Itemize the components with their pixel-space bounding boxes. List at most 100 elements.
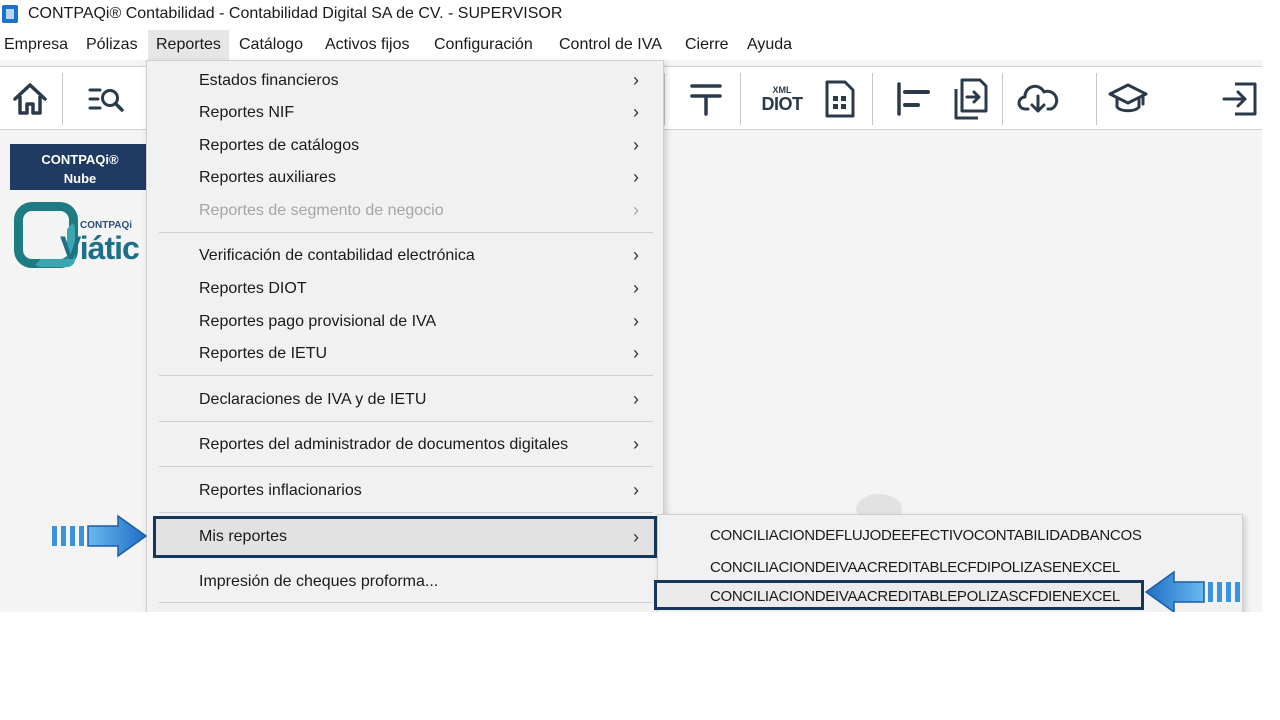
menu-item-declaraciones-iva-ietu[interactable]: Declaraciones de IVA y de IETU › xyxy=(147,383,663,415)
left-arrow-callout-icon xyxy=(1144,570,1240,612)
menu-separator xyxy=(159,375,653,376)
menu-item-impresion-cheques[interactable]: Impresión de cheques proforma... xyxy=(147,565,663,597)
menu-item-reportes-segmento: Reportes de segmento de negocio › xyxy=(147,194,663,226)
chevron-right-icon: › xyxy=(633,167,639,187)
chevron-right-icon: › xyxy=(633,527,639,547)
graduation-cap-icon xyxy=(1108,83,1148,113)
menu-control-iva[interactable]: Control de IVA xyxy=(559,36,662,54)
menu-separator xyxy=(159,512,653,513)
search-list-button[interactable] xyxy=(84,77,128,121)
menu-ayuda[interactable]: Ayuda xyxy=(747,36,792,54)
tax-symbol-button[interactable] xyxy=(684,77,728,121)
menu-separator xyxy=(159,421,653,422)
menu-polizas[interactable]: Pólizas xyxy=(86,36,138,54)
exit-icon xyxy=(1222,82,1257,116)
menu-item-reportes-diot[interactable]: Reportes DIOT › xyxy=(147,272,663,304)
reportes-dropdown: Estados financieros › Reportes NIF › Rep… xyxy=(146,60,664,612)
menu-catalogo[interactable]: Catálogo xyxy=(239,36,303,54)
menu-item-label: Reportes DIOT xyxy=(199,280,307,297)
diot-label: DIOT xyxy=(761,93,804,114)
chevron-right-icon: › xyxy=(633,480,639,500)
chevron-right-icon: › xyxy=(633,434,639,454)
learning-button[interactable] xyxy=(1106,77,1150,121)
submenu-item-conciliacion-iva-polizas[interactable]: CONCILIACIONDEIVAACREDITABLEPOLIZASCFDIE… xyxy=(654,580,1144,610)
menu-item-label: Reportes del administrador de documentos… xyxy=(199,436,569,453)
home-icon xyxy=(13,83,47,115)
toolbar-separator xyxy=(1002,73,1003,125)
chevron-right-icon: › xyxy=(633,200,639,220)
menu-item-reportes-auxiliares[interactable]: Reportes auxiliares › xyxy=(147,161,663,193)
toolbar-separator xyxy=(740,73,741,125)
export-doc-button[interactable] xyxy=(948,77,992,121)
toolbar-separator xyxy=(1096,73,1097,125)
diot-button[interactable]: XML DIOT xyxy=(760,77,804,121)
submenu-item-label: CONCILIACIONDEFLUJODEEFECTIVOCONTABILIDA… xyxy=(710,527,1142,544)
menu-item-verificacion-contabilidad[interactable]: Verificación de contabilidad electrónica… xyxy=(147,239,663,271)
menu-item-label: Declaraciones de IVA y de IETU xyxy=(199,391,427,408)
chevron-right-icon: › xyxy=(633,389,639,409)
menu-item-mis-reportes[interactable]: Mis reportes › xyxy=(153,516,657,558)
window-title: CONTPAQi® Contabilidad - Contabilidad Di… xyxy=(28,5,563,22)
toolbar-separator xyxy=(664,73,665,125)
calculator-doc-button[interactable] xyxy=(818,77,862,121)
menu-item-label: Reportes de catálogos xyxy=(199,137,360,154)
menu-cierre[interactable]: Cierre xyxy=(685,36,729,54)
search-list-icon xyxy=(88,88,124,112)
right-arrow-callout-icon xyxy=(52,514,148,558)
viaticos-logo-text: Viátic xyxy=(60,230,140,266)
menu-item-label: Mis reportes xyxy=(199,528,288,545)
menu-separator xyxy=(159,232,653,233)
chevron-right-icon: › xyxy=(633,102,639,122)
submenu-item-label: CONCILIACIONDEIVAACREDITABLEPOLIZASCFDIE… xyxy=(710,588,1120,605)
menu-item-reportes-administrador[interactable]: Reportes del administrador de documentos… xyxy=(147,428,663,460)
menu-reportes[interactable]: Reportes xyxy=(148,30,229,60)
menu-item-label: Reportes inflacionarios xyxy=(199,482,362,499)
chevron-right-icon: › xyxy=(633,343,639,363)
nube-line2: Nube xyxy=(63,171,97,186)
menu-item-label: Impresión de cheques proforma... xyxy=(199,573,439,590)
exit-button[interactable] xyxy=(1218,77,1262,121)
app-icon xyxy=(2,5,18,23)
menu-item-reportes-ietu[interactable]: Reportes de IETU › xyxy=(147,337,663,369)
align-left-button[interactable] xyxy=(892,77,936,121)
cloud-download-icon xyxy=(1017,84,1059,113)
menu-item-label: Verificación de contabilidad electrónica xyxy=(199,247,475,264)
menu-item-reportes-pago-iva[interactable]: Reportes pago provisional de IVA › xyxy=(147,305,663,337)
align-left-icon xyxy=(897,82,930,116)
menu-item-label: Reportes pago provisional de IVA xyxy=(199,313,437,330)
menu-item-estados-financieros[interactable]: Estados financieros › xyxy=(147,64,663,96)
application-window: CONTPAQi® Contabilidad - Contabilidad Di… xyxy=(0,0,1262,612)
menu-empresa[interactable]: Empresa xyxy=(4,36,68,54)
menu-item-label: Estados financieros xyxy=(199,72,339,89)
chevron-right-icon: › xyxy=(633,311,639,331)
menu-activos-fijos[interactable]: Activos fijos xyxy=(325,36,409,54)
menu-item-reportes-nif[interactable]: Reportes NIF › xyxy=(147,96,663,128)
menu-item-label: Reportes de segmento de negocio xyxy=(199,202,444,219)
menu-configuracion[interactable]: Configuración xyxy=(434,36,533,54)
cloud-download-button[interactable] xyxy=(1016,77,1060,121)
menu-item-label: Reportes de IETU xyxy=(199,345,328,362)
menu-separator xyxy=(159,466,653,467)
diot-icon: XML DIOT xyxy=(761,85,804,114)
submenu-item-conciliacion-flujo[interactable]: CONCILIACIONDEFLUJODEEFECTIVOCONTABILIDA… xyxy=(658,521,1242,551)
viaticos-logo[interactable]: CONTPAQi Viátic xyxy=(12,198,152,274)
export-doc-icon xyxy=(954,78,988,120)
title-bar: CONTPAQi® Contabilidad - Contabilidad Di… xyxy=(0,0,1262,30)
calculator-doc-icon xyxy=(825,80,855,118)
contpaqi-nube-button[interactable]: CONTPAQi® Nube xyxy=(10,144,150,190)
home-button[interactable] xyxy=(8,77,52,121)
menu-item-reportes-catalogos[interactable]: Reportes de catálogos › xyxy=(147,129,663,161)
chevron-right-icon: › xyxy=(633,278,639,298)
menu-bar: Empresa Pólizas Reportes Catálogo Activo… xyxy=(0,30,1262,60)
chevron-right-icon: › xyxy=(633,245,639,265)
chevron-right-icon: › xyxy=(633,135,639,155)
submenu-item-label: CONCILIACIONDEIVAACREDITABLECFDIPOLIZASE… xyxy=(710,559,1120,576)
chevron-right-icon: › xyxy=(633,70,639,90)
tax-symbol-icon xyxy=(690,84,722,116)
toolbar-separator xyxy=(62,73,63,125)
menu-item-label: Reportes NIF xyxy=(199,104,295,121)
toolbar-separator xyxy=(872,73,873,125)
menu-separator xyxy=(159,602,653,603)
nube-line1: CONTPAQi® xyxy=(41,152,119,167)
menu-item-reportes-inflacionarios[interactable]: Reportes inflacionarios › xyxy=(147,474,663,506)
